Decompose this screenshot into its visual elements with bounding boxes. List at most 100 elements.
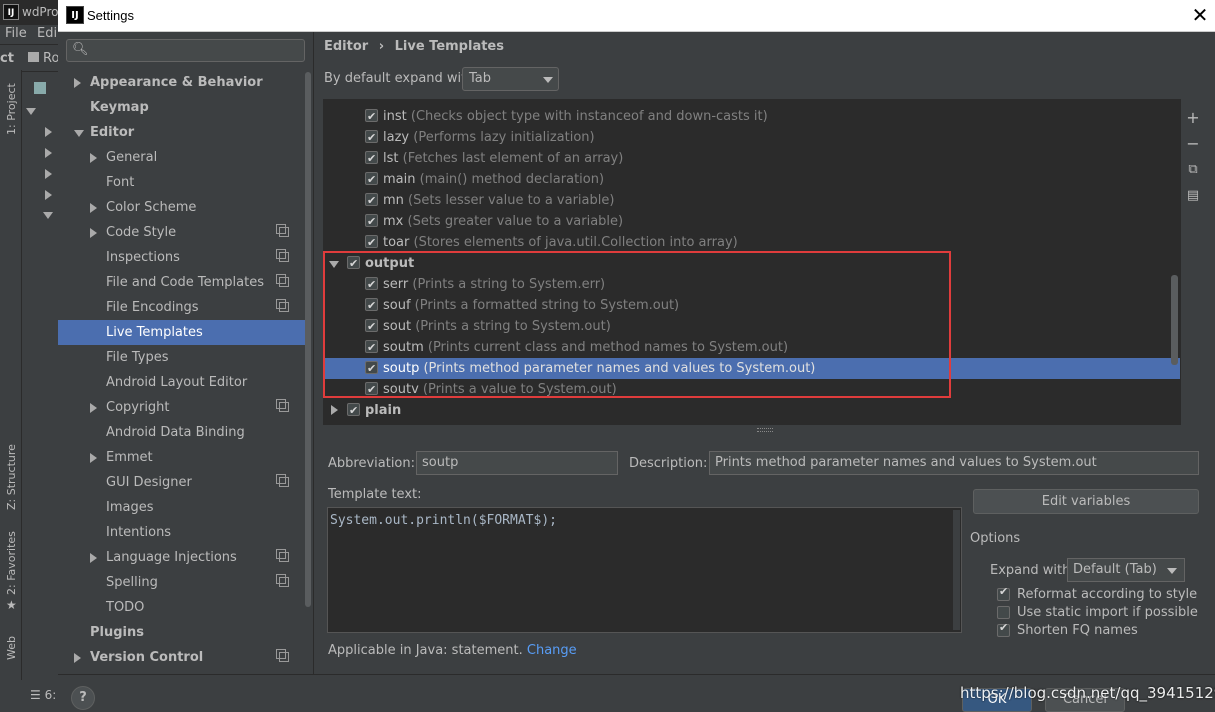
add-template-button[interactable]: + [1185,110,1201,126]
chevron-right-icon[interactable] [74,653,81,663]
expand-arrow-icon[interactable] [45,190,52,200]
expand-arrow-icon[interactable] [45,148,52,158]
bottom-tab-fragment[interactable]: ☰ 6: [30,688,56,702]
template-checkbox[interactable] [365,148,378,169]
sidebar-item-file-types[interactable]: File Types [58,345,305,370]
expand-arrow-icon[interactable] [45,169,52,179]
sidebar-item-font[interactable]: Font [58,170,305,195]
edit-variables-button[interactable]: Edit variables [973,489,1199,514]
group-checkbox[interactable] [347,400,360,421]
template-row[interactable]: lst (Fetches last element of an array) [324,148,1180,169]
sidebar-item-live-templates[interactable]: Live Templates [58,320,305,345]
close-button[interactable]: ✕ [1188,4,1212,28]
expand-with-select[interactable]: Tab [462,67,559,91]
template-checkbox[interactable] [365,106,378,127]
expand-arrow-icon[interactable] [43,212,53,219]
sidebar-item-general[interactable]: General [58,145,305,170]
sidebar-item-todo[interactable]: TODO [58,595,305,620]
sidebar-item-inspections[interactable]: Inspections [58,245,305,270]
sidebar-item-appearance-behavior[interactable]: Appearance & Behavior [58,70,305,95]
chevron-right-icon[interactable] [90,453,97,463]
chevron-right-icon[interactable] [90,203,97,213]
document-icon: ▤ [1186,188,1200,203]
sidebar-item-file-and-code-templates[interactable]: File and Code Templates [58,270,305,295]
static-import-checkbox[interactable] [997,606,1010,619]
sidebar-item-keymap[interactable]: Keymap [58,95,305,120]
sidebar-item-label: General [106,150,158,165]
chevron-right-icon[interactable] [90,553,97,563]
menu-file[interactable]: File [5,26,27,41]
sidebar-item-color-scheme[interactable]: Color Scheme [58,195,305,220]
sidebar-item-spelling[interactable]: Spelling [58,570,305,595]
sidebar-item-editor[interactable]: Editor [58,120,305,145]
template-row[interactable]: toar (Stores elements of java.util.Colle… [324,232,1180,253]
project-scope-icon [276,224,289,237]
sidebar-item-android-data-binding[interactable]: Android Data Binding [58,420,305,445]
chevron-right-icon[interactable] [331,405,338,415]
chevron-down-icon[interactable] [74,130,84,137]
sidebar-scrollbar[interactable] [305,72,311,607]
intellij-logo-icon: IJ [66,6,84,24]
chevron-right-icon[interactable] [90,403,97,413]
template-row[interactable]: main (main() method declaration) [324,169,1180,190]
shorten-fq-checkbox[interactable] [997,621,1010,637]
chevron-right-icon[interactable] [90,153,97,163]
search-input[interactable] [66,39,305,62]
template-row[interactable]: mx (Sets greater value to a variable) [324,211,1180,232]
splitter-handle[interactable] [757,428,773,432]
remove-template-button[interactable]: − [1185,136,1201,152]
dialog-titlebar [58,0,1215,32]
tab-project[interactable]: 1: Project [5,83,18,135]
sidebar-item-emmet[interactable]: Emmet [58,445,305,470]
sidebar-item-version-control[interactable]: Version Control [58,645,305,670]
template-row[interactable]: mn (Sets lesser value to a variable) [324,190,1180,211]
sidebar-item-plugins[interactable]: Plugins [58,620,305,645]
root-fragment: Ro [43,51,60,66]
tab-web[interactable]: Web [5,636,18,660]
sidebar-item-gui-designer[interactable]: GUI Designer [58,470,305,495]
abbreviation-field[interactable]: soutp [416,451,618,475]
sidebar-item-label: Font [106,175,135,190]
sidebar-item-code-style[interactable]: Code Style [58,220,305,245]
template-row[interactable]: lazy (Performs lazy initialization) [324,127,1180,148]
template-checkbox[interactable] [365,169,378,190]
help-button[interactable]: ? [71,686,95,710]
template-checkbox[interactable] [365,232,378,253]
reformat-checkbox[interactable] [997,585,1010,601]
sidebar-item-label: Plugins [90,625,144,640]
chevron-right-icon[interactable] [74,78,81,88]
template-checkbox[interactable] [365,127,378,148]
sidebar-item-label: Color Scheme [106,200,197,215]
tab-structure[interactable]: Z: Structure [5,444,18,510]
expand-with-option-label: Expand with [990,563,1071,578]
edit-template-button[interactable]: ▤ [1185,188,1201,204]
tab-favorites[interactable]: 2: Favorites [5,531,18,595]
template-row[interactable]: inst (Checks object type with instanceof… [324,106,1180,127]
sidebar-item-android-layout-editor[interactable]: Android Layout Editor [58,370,305,395]
expand-arrow-icon[interactable] [45,127,52,137]
template-description: (Sets greater value to a variable) [403,214,624,229]
project-scope-icon [276,299,289,312]
expand-arrow-icon[interactable] [26,108,36,115]
template-checkbox[interactable] [365,190,378,211]
change-context-link[interactable]: Change [527,643,577,658]
sidebar-item-file-encodings[interactable]: File Encodings [58,295,305,320]
template-group-plain[interactable]: plain [324,400,1180,421]
editor-scrollbar[interactable] [953,510,960,630]
template-abbreviation: inst [383,109,407,124]
sidebar-item-images[interactable]: Images [58,495,305,520]
sidebar-item-label: Spelling [106,575,158,590]
menu-edit[interactable]: Edi [37,26,57,41]
breadcrumb-parent[interactable]: Editor [324,39,368,54]
project-scope-icon [276,549,289,562]
copy-template-button[interactable]: ⧉ [1185,162,1201,178]
chevron-right-icon[interactable] [90,228,97,238]
template-description: (Performs lazy initialization) [409,130,595,145]
template-checkbox[interactable] [365,211,378,232]
expand-with-option-select[interactable]: Default (Tab) [1067,558,1185,582]
description-field[interactable]: Prints method parameter names and values… [709,451,1199,475]
sidebar-item-copyright[interactable]: Copyright [58,395,305,420]
sidebar-item-intentions[interactable]: Intentions [58,520,305,545]
tree-scrollbar[interactable] [1171,275,1178,365]
sidebar-item-language-injections[interactable]: Language Injections [58,545,305,570]
